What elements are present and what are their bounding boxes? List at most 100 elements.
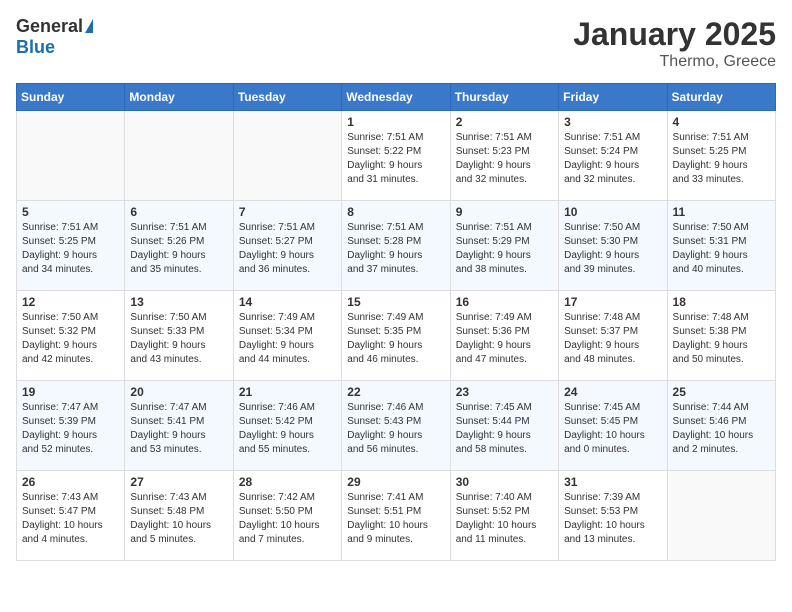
- calendar-day-cell: 24 Sunrise: 7:45 AM Sunset: 5:45 PM Dayli…: [559, 381, 667, 471]
- day-info: Sunrise: 7:41 AM Sunset: 5:51 PM Dayligh…: [347, 491, 444, 547]
- day-info: Sunrise: 7:50 AM Sunset: 5:30 PM Dayligh…: [564, 221, 661, 277]
- day-number: 23: [456, 385, 553, 399]
- calendar-day-cell: 21Sunrise: 7:46 AM Sunset: 5:42 PM Dayli…: [233, 381, 341, 471]
- day-number: 18: [673, 295, 770, 309]
- day-info: Sunrise: 7:47 AM Sunset: 5:39 PM Dayligh…: [22, 401, 119, 457]
- calendar-day-cell: [667, 471, 775, 561]
- day-info: Sunrise: 7:44 AM Sunset: 5:46 PM Dayligh…: [673, 401, 770, 457]
- calendar-table: SundayMondayTuesdayWednesdayThursdayFrid…: [16, 83, 776, 561]
- weekday-header-monday: Monday: [125, 84, 233, 111]
- calendar-day-cell: 13 Sunrise: 7:50 AM Sunset: 5:33 PM Dayli…: [125, 291, 233, 381]
- day-number: 13: [130, 295, 227, 309]
- day-number: 26: [22, 475, 119, 489]
- day-number: 12: [22, 295, 119, 309]
- calendar-day-cell: 29 Sunrise: 7:41 AM Sunset: 5:51 PM Dayli…: [342, 471, 450, 561]
- calendar-day-cell: [17, 111, 125, 201]
- day-info: Sunrise: 7:48 AM Sunset: 5:38 PM Dayligh…: [673, 311, 770, 367]
- day-number: 24: [564, 385, 661, 399]
- day-number: 14: [239, 295, 336, 309]
- logo-general: General: [16, 16, 83, 37]
- month-title: January 2025: [573, 16, 776, 53]
- day-number: 19: [22, 385, 119, 399]
- calendar-day-cell: 15Sunrise: 7:49 AM Sunset: 5:35 PM Dayli…: [342, 291, 450, 381]
- title-block: January 2025 Thermo, Greece: [573, 16, 776, 71]
- day-info: Sunrise: 7:51 AM Sunset: 5:22 PM Dayligh…: [347, 131, 444, 187]
- day-info: Sunrise: 7:49 AM Sunset: 5:34 PM Dayligh…: [239, 311, 336, 367]
- day-info: Sunrise: 7:51 AM Sunset: 5:25 PM Dayligh…: [673, 131, 770, 187]
- day-info: Sunrise: 7:51 AM Sunset: 5:24 PM Dayligh…: [564, 131, 661, 187]
- calendar-day-cell: 14 Sunrise: 7:49 AM Sunset: 5:34 PM Dayli…: [233, 291, 341, 381]
- day-number: 17: [564, 295, 661, 309]
- calendar-day-cell: 4 Sunrise: 7:51 AM Sunset: 5:25 PM Daylig…: [667, 111, 775, 201]
- calendar-day-cell: 11 Sunrise: 7:50 AM Sunset: 5:31 PM Dayli…: [667, 201, 775, 291]
- day-info: Sunrise: 7:43 AM Sunset: 5:48 PM Dayligh…: [130, 491, 227, 547]
- day-info: Sunrise: 7:51 AM Sunset: 5:27 PM Dayligh…: [239, 221, 336, 277]
- calendar-day-cell: 5 Sunrise: 7:51 AM Sunset: 5:25 PM Daylig…: [17, 201, 125, 291]
- day-info: Sunrise: 7:45 AM Sunset: 5:45 PM Dayligh…: [564, 401, 661, 457]
- day-info: Sunrise: 7:49 AM Sunset: 5:35 PM Dayligh…: [347, 311, 444, 367]
- day-info: Sunrise: 7:51 AM Sunset: 5:25 PM Dayligh…: [22, 221, 119, 277]
- calendar-day-cell: 20 Sunrise: 7:47 AM Sunset: 5:41 PM Dayli…: [125, 381, 233, 471]
- weekday-header-row: SundayMondayTuesdayWednesdayThursdayFrid…: [17, 84, 776, 111]
- day-number: 28: [239, 475, 336, 489]
- day-info: Sunrise: 7:46 AM Sunset: 5:42 PM Dayligh…: [239, 401, 336, 457]
- day-info: Sunrise: 7:50 AM Sunset: 5:31 PM Dayligh…: [673, 221, 770, 277]
- logo-blue: Blue: [16, 37, 55, 58]
- calendar-day-cell: 17 Sunrise: 7:48 AM Sunset: 5:37 PM Dayli…: [559, 291, 667, 381]
- day-info: Sunrise: 7:45 AM Sunset: 5:44 PM Dayligh…: [456, 401, 553, 457]
- calendar-day-cell: 19 Sunrise: 7:47 AM Sunset: 5:39 PM Dayli…: [17, 381, 125, 471]
- calendar-day-cell: [125, 111, 233, 201]
- day-number: 16: [456, 295, 553, 309]
- weekday-header-wednesday: Wednesday: [342, 84, 450, 111]
- day-info: Sunrise: 7:46 AM Sunset: 5:43 PM Dayligh…: [347, 401, 444, 457]
- weekday-header-saturday: Saturday: [667, 84, 775, 111]
- day-number: 27: [130, 475, 227, 489]
- calendar-week-row: 26 Sunrise: 7:43 AM Sunset: 5:47 PM Dayli…: [17, 471, 776, 561]
- day-number: 11: [673, 205, 770, 219]
- day-number: 20: [130, 385, 227, 399]
- calendar-week-row: 19 Sunrise: 7:47 AM Sunset: 5:39 PM Dayli…: [17, 381, 776, 471]
- weekday-header-sunday: Sunday: [17, 84, 125, 111]
- day-info: Sunrise: 7:51 AM Sunset: 5:28 PM Dayligh…: [347, 221, 444, 277]
- day-number: 1: [347, 115, 444, 129]
- weekday-header-tuesday: Tuesday: [233, 84, 341, 111]
- day-number: 3: [564, 115, 661, 129]
- day-number: 9: [456, 205, 553, 219]
- day-info: Sunrise: 7:39 AM Sunset: 5:53 PM Dayligh…: [564, 491, 661, 547]
- day-info: Sunrise: 7:51 AM Sunset: 5:23 PM Dayligh…: [456, 131, 553, 187]
- day-info: Sunrise: 7:50 AM Sunset: 5:32 PM Dayligh…: [22, 311, 119, 367]
- day-number: 8: [347, 205, 444, 219]
- day-info: Sunrise: 7:48 AM Sunset: 5:37 PM Dayligh…: [564, 311, 661, 367]
- calendar-week-row: 12 Sunrise: 7:50 AM Sunset: 5:32 PM Dayli…: [17, 291, 776, 381]
- day-number: 29: [347, 475, 444, 489]
- day-number: 5: [22, 205, 119, 219]
- calendar-day-cell: 18 Sunrise: 7:48 AM Sunset: 5:38 PM Dayli…: [667, 291, 775, 381]
- calendar-day-cell: 7 Sunrise: 7:51 AM Sunset: 5:27 PM Daylig…: [233, 201, 341, 291]
- day-number: 7: [239, 205, 336, 219]
- day-info: Sunrise: 7:47 AM Sunset: 5:41 PM Dayligh…: [130, 401, 227, 457]
- page-header: General Blue January 2025 Thermo, Greece: [16, 16, 776, 71]
- day-number: 30: [456, 475, 553, 489]
- calendar-day-cell: 16 Sunrise: 7:49 AM Sunset: 5:36 PM Dayli…: [450, 291, 558, 381]
- calendar-day-cell: 27 Sunrise: 7:43 AM Sunset: 5:48 PM Dayli…: [125, 471, 233, 561]
- calendar-day-cell: 12 Sunrise: 7:50 AM Sunset: 5:32 PM Dayli…: [17, 291, 125, 381]
- location-title: Thermo, Greece: [573, 53, 776, 71]
- calendar-day-cell: 28Sunrise: 7:42 AM Sunset: 5:50 PM Dayli…: [233, 471, 341, 561]
- calendar-day-cell: 6Sunrise: 7:51 AM Sunset: 5:26 PM Daylig…: [125, 201, 233, 291]
- calendar-day-cell: 25Sunrise: 7:44 AM Sunset: 5:46 PM Dayli…: [667, 381, 775, 471]
- calendar-day-cell: 22 Sunrise: 7:46 AM Sunset: 5:43 PM Dayli…: [342, 381, 450, 471]
- calendar-day-cell: 1 Sunrise: 7:51 AM Sunset: 5:22 PM Daylig…: [342, 111, 450, 201]
- day-info: Sunrise: 7:51 AM Sunset: 5:26 PM Dayligh…: [130, 221, 227, 277]
- calendar-day-cell: 30 Sunrise: 7:40 AM Sunset: 5:52 PM Dayli…: [450, 471, 558, 561]
- day-info: Sunrise: 7:40 AM Sunset: 5:52 PM Dayligh…: [456, 491, 553, 547]
- day-number: 22: [347, 385, 444, 399]
- day-info: Sunrise: 7:51 AM Sunset: 5:29 PM Dayligh…: [456, 221, 553, 277]
- weekday-header-friday: Friday: [559, 84, 667, 111]
- day-number: 4: [673, 115, 770, 129]
- day-info: Sunrise: 7:43 AM Sunset: 5:47 PM Dayligh…: [22, 491, 119, 547]
- calendar-day-cell: 9 Sunrise: 7:51 AM Sunset: 5:29 PM Daylig…: [450, 201, 558, 291]
- calendar-day-cell: 31Sunrise: 7:39 AM Sunset: 5:53 PM Dayli…: [559, 471, 667, 561]
- calendar-day-cell: 2Sunrise: 7:51 AM Sunset: 5:23 PM Daylig…: [450, 111, 558, 201]
- day-info: Sunrise: 7:49 AM Sunset: 5:36 PM Dayligh…: [456, 311, 553, 367]
- day-info: Sunrise: 7:50 AM Sunset: 5:33 PM Dayligh…: [130, 311, 227, 367]
